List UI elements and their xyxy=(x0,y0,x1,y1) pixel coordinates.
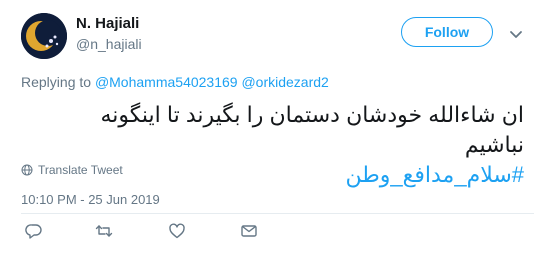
avatar[interactable] xyxy=(21,13,67,59)
globe-icon xyxy=(21,164,33,176)
avatar-image xyxy=(21,13,67,59)
dm-icon[interactable] xyxy=(240,222,258,240)
mention-link[interactable]: @orkidezard2 xyxy=(241,74,328,90)
timestamp[interactable]: 10:10 PM - 25 Jun 2019 xyxy=(21,192,160,207)
replying-to-line: Replying to @Mohamma54023169 @orkidezard… xyxy=(21,74,329,90)
like-icon[interactable] xyxy=(168,222,186,240)
replying-to-label: Replying to xyxy=(21,74,92,90)
follow-button[interactable]: Follow xyxy=(401,17,493,47)
translate-label: Translate Tweet xyxy=(38,163,123,177)
retweet-icon[interactable] xyxy=(95,222,113,240)
author-name[interactable]: N. Hajiali xyxy=(76,15,139,32)
divider xyxy=(21,213,534,214)
chevron-down-icon[interactable] xyxy=(509,27,523,41)
reply-icon[interactable] xyxy=(25,222,43,240)
author-handle[interactable]: @n_hajiali xyxy=(76,36,142,52)
mention-link[interactable]: @Mohamma54023169 xyxy=(95,74,238,90)
translate-tweet[interactable]: Translate Tweet xyxy=(21,163,123,177)
tweet-body: ان شاءالله خودشان دستمان را بگیرند تا ای… xyxy=(100,102,524,157)
